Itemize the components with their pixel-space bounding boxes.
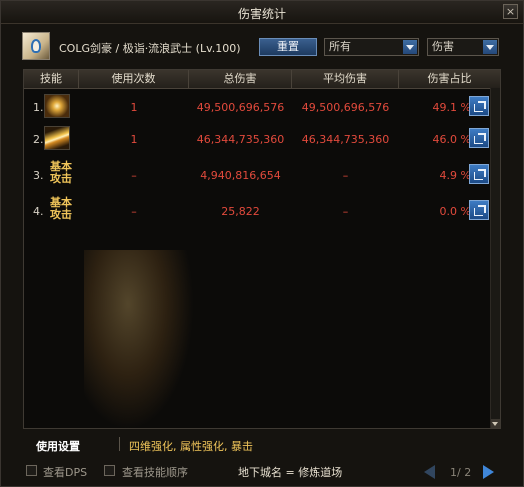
prev-page-icon[interactable] bbox=[424, 465, 435, 479]
settings-value: 四维强化, 属性强化, 暴击 bbox=[129, 440, 253, 453]
column-average-damage: 平均伤害 bbox=[292, 70, 399, 88]
average-damage: – bbox=[342, 169, 349, 182]
usage-settings: 使用设置 四维强化, 属性强化, 暴击 bbox=[23, 433, 501, 455]
table-row: 1. 1 49,500,696,576 49,500,696,576 49.1 … bbox=[24, 92, 500, 120]
total-damage: 49,500,696,576 bbox=[196, 101, 285, 114]
uses-count: 1 bbox=[130, 101, 138, 114]
filter-dropdown-value: 所有 bbox=[329, 40, 351, 53]
share-icon[interactable] bbox=[469, 128, 489, 148]
chevron-down-icon[interactable] bbox=[483, 40, 497, 54]
total-damage: 25,822 bbox=[221, 205, 260, 218]
average-damage: 49,500,696,576 bbox=[301, 101, 390, 114]
filter-dropdown[interactable]: 所有 bbox=[324, 38, 419, 56]
column-total-damage: 总伤害 bbox=[189, 70, 292, 88]
show-dps-checkbox[interactable] bbox=[26, 465, 37, 476]
column-damage-ratio: 伤害占比 bbox=[427, 72, 472, 85]
table-scrollbar[interactable] bbox=[490, 88, 500, 428]
header: COLG剑豪 / 极诣·流浪武士 (Lv.100) 重置 所有 伤害 bbox=[1, 23, 523, 67]
skill-slash-icon bbox=[44, 94, 70, 118]
skill-gold-wave-icon bbox=[44, 126, 70, 150]
close-button[interactable]: × bbox=[503, 4, 518, 19]
row-index: 3. bbox=[33, 169, 44, 182]
total-damage: 4,940,816,654 bbox=[200, 169, 281, 182]
next-page-icon[interactable] bbox=[483, 465, 494, 479]
row-index: 1. bbox=[33, 101, 44, 114]
chevron-down-icon[interactable] bbox=[403, 40, 417, 54]
title-bar[interactable]: 伤害统计 × bbox=[1, 1, 523, 24]
row-index: 2. bbox=[33, 133, 44, 146]
page-indicator: 1/ 2 bbox=[450, 466, 472, 479]
reset-button[interactable]: 重置 bbox=[259, 38, 317, 56]
footer: 查看DPS 查看技能顺序 地下城名 = 修炼道场 1/ 2 bbox=[1, 459, 523, 487]
scroll-down-icon[interactable] bbox=[491, 419, 500, 428]
show-dps-label[interactable]: 查看DPS bbox=[43, 464, 87, 480]
damage-ratio: 0.0 % bbox=[439, 205, 471, 218]
uses-count: – bbox=[131, 205, 137, 218]
total-damage: 46,344,735,360 bbox=[196, 133, 285, 146]
uses-count: 1 bbox=[130, 133, 138, 146]
settings-label: 使用设置 bbox=[36, 440, 80, 453]
table-header: 技能 使用次数 总伤害 平均伤害 伤害占比 bbox=[24, 70, 500, 89]
table-row: 3. 基本攻击 – 4,940,816,654 – 4.9 % bbox=[24, 160, 500, 188]
average-damage: – bbox=[342, 205, 349, 218]
damage-stats-window: 伤害统计 × COLG剑豪 / 极诣·流浪武士 (Lv.100) 重置 所有 伤… bbox=[0, 0, 524, 487]
damage-ratio: 46.0 % bbox=[432, 133, 471, 146]
table-row: 4. 基本攻击 – 25,822 – 0.0 % bbox=[24, 196, 500, 224]
column-skill: 技能 bbox=[24, 70, 79, 88]
share-icon[interactable] bbox=[469, 200, 489, 220]
share-icon[interactable] bbox=[469, 96, 489, 116]
skill-name: 基本攻击 bbox=[50, 160, 72, 185]
row-index: 4. bbox=[33, 205, 44, 218]
settings-divider bbox=[119, 437, 120, 451]
background-character-art bbox=[84, 250, 194, 428]
table-row: 2. 1 46,344,735,360 46,344,735,360 46.0 … bbox=[24, 124, 500, 152]
column-uses: 使用次数 bbox=[79, 70, 189, 88]
show-order-checkbox[interactable] bbox=[104, 465, 115, 476]
damage-table: 技能 使用次数 总伤害 平均伤害 伤害占比 1. 1 49,500,696,57… bbox=[23, 69, 501, 429]
character-name: COLG剑豪 / 极诣·流浪武士 (Lv.100) bbox=[59, 42, 241, 55]
show-order-label[interactable]: 查看技能顺序 bbox=[122, 464, 188, 480]
dungeon-name: 地下城名 = 修炼道场 bbox=[238, 466, 343, 479]
share-icon[interactable] bbox=[469, 164, 489, 184]
metric-dropdown-value: 伤害 bbox=[432, 40, 454, 53]
damage-ratio: 49.1 % bbox=[432, 101, 471, 114]
character-avatar bbox=[22, 32, 50, 60]
damage-ratio: 4.9 % bbox=[439, 169, 471, 182]
average-damage: 46,344,735,360 bbox=[301, 133, 390, 146]
metric-dropdown[interactable]: 伤害 bbox=[427, 38, 499, 56]
skill-name: 基本攻击 bbox=[50, 196, 72, 221]
window-title: 伤害统计 bbox=[237, 7, 286, 21]
uses-count: – bbox=[131, 169, 137, 182]
